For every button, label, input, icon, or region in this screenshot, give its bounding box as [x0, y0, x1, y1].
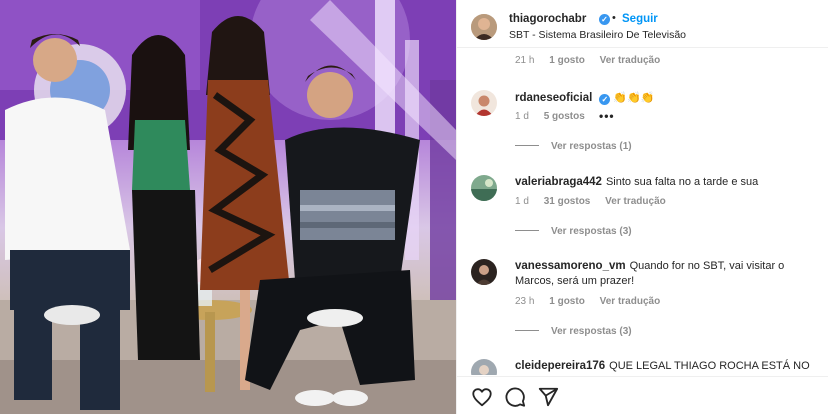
- comment-meta: 1 d 5 gostos: [515, 111, 597, 122]
- comment-body: rdaneseoficial ✓ 👏👏👏: [515, 91, 815, 106]
- comment-username[interactable]: cleidepereira176: [515, 360, 605, 372]
- comment-likes[interactable]: 1 gosto: [549, 55, 585, 66]
- comment-body: vanessamoreno_vm Quando for no SBT, vai v…: [515, 259, 815, 289]
- view-replies-button[interactable]: Ver respostas (1): [515, 141, 632, 152]
- view-replies-label: Ver respostas (3): [551, 326, 632, 337]
- verified-badge-icon: ✓: [599, 94, 611, 105]
- view-replies-label: Ver respostas (3): [551, 226, 632, 237]
- post-header: thiagorochabr ✓ • Seguir SBT - Sistema B…: [457, 0, 828, 48]
- comment-likes[interactable]: 5 gostos: [544, 111, 585, 122]
- comment-meta: 23 h 1 gosto Ver tradução: [515, 296, 672, 307]
- comment-likes[interactable]: 1 gosto: [549, 296, 585, 307]
- heart-icon[interactable]: [471, 386, 493, 408]
- see-translation-link[interactable]: Ver tradução: [600, 55, 661, 66]
- commenter-avatar-image: [471, 175, 497, 201]
- see-translation-link[interactable]: Ver tradução: [605, 196, 666, 207]
- share-icon[interactable]: [537, 386, 559, 408]
- replies-line: [515, 230, 539, 231]
- post-side-panel: thiagorochabr ✓ • Seguir SBT - Sistema B…: [456, 0, 828, 414]
- comment-body: cleidepereira176 QUE LEGAL THIAGO ROCHA E…: [515, 359, 825, 374]
- replies-line: [515, 330, 539, 331]
- view-replies-button[interactable]: Ver respostas (3): [515, 226, 632, 237]
- post-location[interactable]: SBT - Sistema Brasileiro De Televisão: [509, 29, 686, 41]
- studio-scene: [0, 0, 456, 414]
- comment-text: QUE LEGAL THIAGO ROCHA ESTÁ NO: [609, 360, 810, 372]
- comment-time: 21 h: [515, 55, 535, 66]
- comment-username[interactable]: vanessamoreno_vm: [515, 260, 626, 272]
- verified-badge-icon: ✓: [599, 14, 610, 25]
- comment-meta: 1 d 31 gostos Ver tradução: [515, 196, 678, 207]
- comment-text: Sinto sua falta no a tarde e sua: [605, 176, 759, 188]
- comment-icon[interactable]: [504, 386, 526, 408]
- commenter-avatar-image: [471, 359, 497, 375]
- view-replies-button[interactable]: Ver respostas (3): [515, 326, 632, 337]
- comment-body: valeriabraga442 Sinto sua falta no a tard…: [515, 175, 815, 190]
- comment-likes[interactable]: 31 gostos: [544, 196, 591, 207]
- post-actions: [457, 376, 828, 414]
- avatar[interactable]: [471, 14, 497, 40]
- commenter-avatar-image: [471, 90, 497, 116]
- comment-time: 23 h: [515, 296, 535, 307]
- comment-meta: 21 h 1 gosto Ver tradução: [515, 55, 672, 66]
- comment-text: 👏👏👏: [613, 92, 655, 104]
- view-replies-label: Ver respostas (1): [551, 141, 632, 152]
- avatar[interactable]: [471, 259, 497, 285]
- avatar[interactable]: [471, 175, 497, 201]
- comment-time: 1 d: [515, 196, 529, 207]
- comments-list[interactable]: 21 h 1 gosto Ver tradução rdaneseoficial…: [457, 49, 828, 375]
- see-translation-link[interactable]: Ver tradução: [600, 296, 661, 307]
- more-options-icon[interactable]: •••: [599, 109, 615, 123]
- commenter-avatar-image: [471, 259, 497, 285]
- comment-username[interactable]: valeriabraga442: [515, 176, 602, 188]
- follow-button[interactable]: Seguir: [622, 13, 658, 25]
- comment-username[interactable]: rdaneseoficial: [515, 92, 592, 104]
- avatar[interactable]: [471, 90, 497, 116]
- avatar[interactable]: [471, 359, 497, 375]
- separator-dot: •: [612, 12, 616, 24]
- author-username[interactable]: thiagorochabr: [509, 13, 586, 25]
- post-photo[interactable]: [0, 0, 456, 414]
- comment-time: 1 d: [515, 111, 529, 122]
- author-avatar-image: [471, 14, 497, 40]
- replies-line: [515, 145, 539, 146]
